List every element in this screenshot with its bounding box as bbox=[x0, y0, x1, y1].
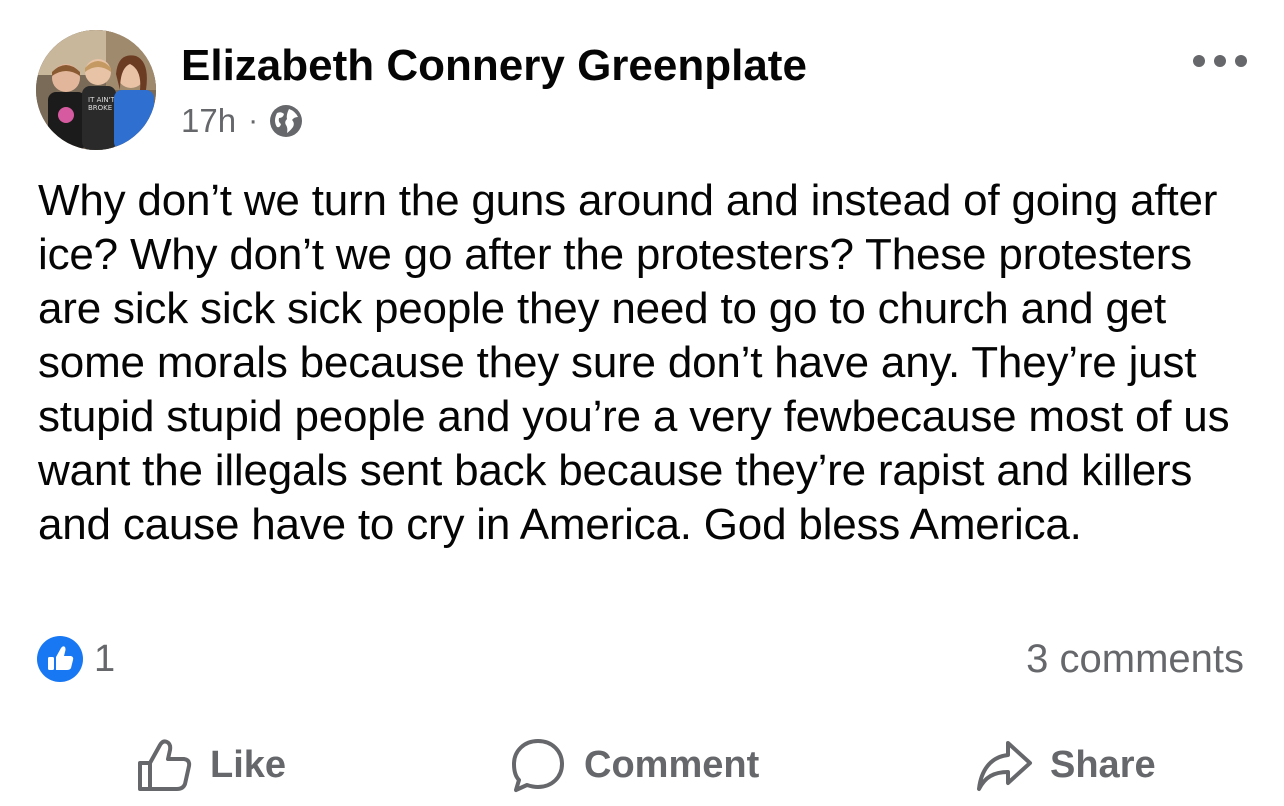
comment-label: Comment bbox=[584, 743, 760, 786]
reaction-summary[interactable]: 1 bbox=[36, 632, 115, 686]
author-name[interactable]: Elizabeth Connery Greenplate bbox=[181, 40, 807, 92]
like-label: Like bbox=[210, 743, 287, 786]
thumbs-up-icon bbox=[138, 739, 192, 791]
comments-count[interactable]: 3 comments bbox=[1026, 632, 1244, 686]
like-button[interactable]: Like bbox=[134, 728, 286, 802]
action-bar: Like Comment Share bbox=[0, 728, 1284, 802]
globe-icon bbox=[270, 105, 303, 137]
more-options-icon[interactable] bbox=[1190, 48, 1250, 74]
comment-bubble-icon bbox=[512, 739, 564, 792]
share-label: Share bbox=[1050, 743, 1156, 786]
avatar[interactable]: IT AIN'T BROKE bbox=[36, 30, 156, 150]
svg-text:IT AIN'T: IT AIN'T bbox=[88, 96, 116, 104]
meta-separator: · bbox=[248, 104, 259, 137]
share-button[interactable]: Share bbox=[974, 728, 1156, 802]
avatar-photo: IT AIN'T BROKE bbox=[36, 30, 156, 150]
like-icon bbox=[37, 636, 83, 682]
post-body: Why don’t we turn the guns around and in… bbox=[38, 176, 1230, 549]
reaction-count: 1 bbox=[94, 637, 116, 680]
post-timestamp[interactable]: 17h bbox=[181, 102, 236, 140]
svg-text:BROKE: BROKE bbox=[88, 104, 112, 112]
share-arrow-icon bbox=[977, 741, 1032, 791]
comment-button[interactable]: Comment bbox=[508, 728, 759, 802]
post-meta: 17h · bbox=[181, 100, 304, 142]
